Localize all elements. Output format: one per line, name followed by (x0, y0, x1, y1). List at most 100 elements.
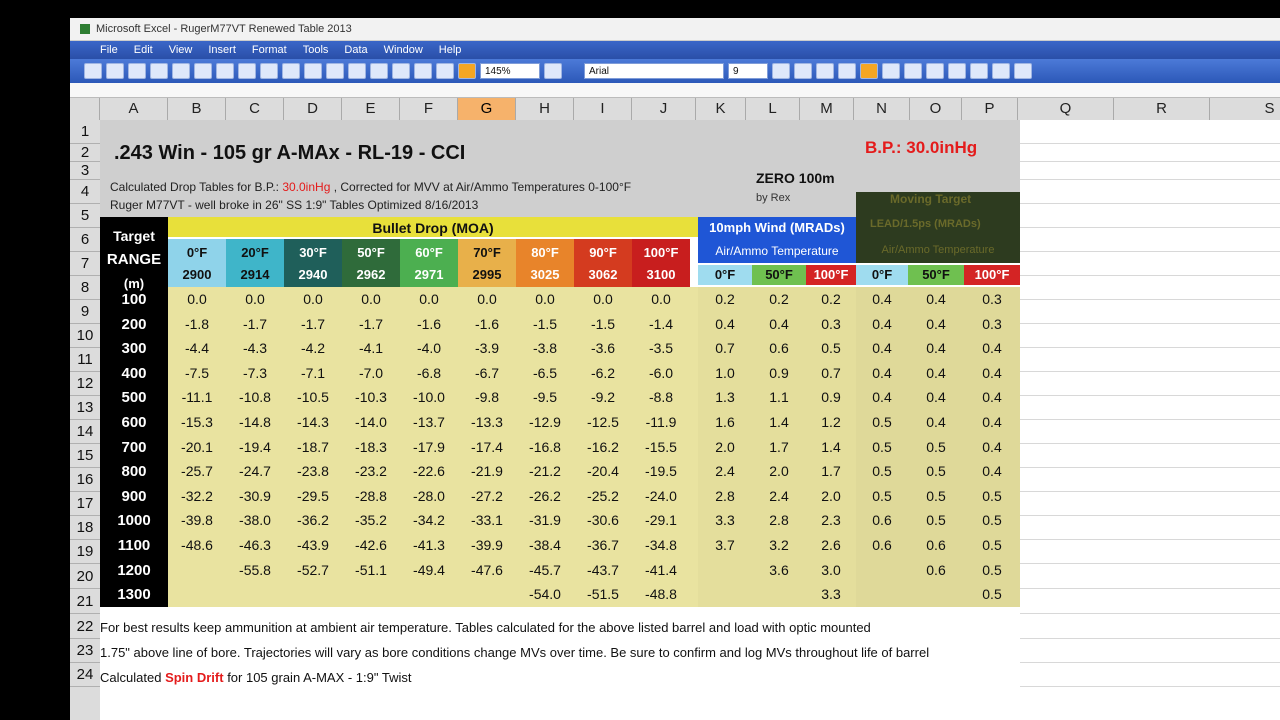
drop-cell[interactable]: -16.8 (516, 439, 574, 455)
lead-cell[interactable]: 0.5 (964, 562, 1020, 578)
drop-cell[interactable]: 0.0 (574, 291, 632, 307)
drop-cell[interactable]: -33.1 (458, 512, 516, 528)
range-cell[interactable]: 700 (100, 439, 168, 456)
row-header-10[interactable]: 10 (70, 324, 100, 348)
sort-desc-icon[interactable] (414, 63, 432, 79)
drop-cell[interactable]: -9.2 (574, 389, 632, 405)
wind-cell[interactable]: 2.0 (806, 488, 856, 504)
lead-cell[interactable]: 0.4 (964, 340, 1020, 356)
comma-icon[interactable] (970, 63, 988, 79)
drop-cell[interactable]: 0.0 (342, 291, 400, 307)
drop-cell[interactable]: -30.9 (226, 488, 284, 504)
row-header-16[interactable]: 16 (70, 468, 100, 492)
wind-cell[interactable]: 2.8 (752, 512, 806, 528)
row-header-13[interactable]: 13 (70, 396, 100, 420)
lead-cell[interactable]: 0.3 (964, 316, 1020, 332)
drop-cell[interactable]: -1.4 (632, 316, 690, 332)
wind-cell[interactable]: 0.3 (806, 316, 856, 332)
wind-cell[interactable]: 0.9 (806, 389, 856, 405)
drop-cell[interactable]: -51.5 (574, 586, 632, 602)
drop-cell[interactable]: -30.6 (574, 512, 632, 528)
drop-cell[interactable]: -3.9 (458, 340, 516, 356)
drop-cell[interactable]: -21.9 (458, 463, 516, 479)
wind-cell[interactable]: 0.9 (752, 365, 806, 381)
wind-cell[interactable]: 0.6 (752, 340, 806, 356)
wind-cell[interactable]: 2.4 (752, 488, 806, 504)
range-cell[interactable]: 600 (100, 414, 168, 431)
row-header-15[interactable]: 15 (70, 444, 100, 468)
menu-item-file[interactable]: File (100, 44, 118, 56)
wind-cell[interactable]: 3.3 (698, 512, 752, 528)
row-header-23[interactable]: 23 (70, 639, 100, 663)
drop-cell[interactable]: -23.2 (342, 463, 400, 479)
drop-cell[interactable]: 0.0 (458, 291, 516, 307)
drop-cell[interactable]: -43.7 (574, 562, 632, 578)
menu-item-insert[interactable]: Insert (208, 44, 236, 56)
drop-cell[interactable]: -39.8 (168, 512, 226, 528)
lead-cell[interactable]: 0.4 (908, 316, 964, 332)
wind-cell[interactable]: 3.3 (806, 586, 856, 602)
row-header-9[interactable]: 9 (70, 300, 100, 324)
new-icon[interactable] (84, 63, 102, 79)
wind-cell[interactable]: 2.0 (698, 439, 752, 455)
drop-cell[interactable]: -22.6 (400, 463, 458, 479)
drop-cell[interactable]: -35.2 (342, 512, 400, 528)
drop-cell[interactable]: -42.6 (342, 537, 400, 553)
drop-cell[interactable]: -6.5 (516, 365, 574, 381)
drop-cell[interactable]: -4.1 (342, 340, 400, 356)
row-header-7[interactable]: 7 (70, 252, 100, 276)
drop-cell[interactable]: -49.4 (400, 562, 458, 578)
wind-cell[interactable]: 2.6 (806, 537, 856, 553)
italic-icon[interactable] (794, 63, 812, 79)
drop-cell[interactable]: -19.4 (226, 439, 284, 455)
lead-cell[interactable]: 0.5 (908, 488, 964, 504)
wind-cell[interactable]: 1.4 (806, 439, 856, 455)
lead-cell[interactable]: 0.4 (908, 291, 964, 307)
drop-cell[interactable]: -48.6 (168, 537, 226, 553)
range-cell[interactable]: 1300 (100, 586, 168, 603)
lead-cell[interactable]: 0.4 (908, 365, 964, 381)
column-header-q[interactable]: Q (1018, 98, 1114, 120)
drop-cell[interactable]: -1.7 (342, 316, 400, 332)
drop-cell[interactable]: -10.0 (400, 389, 458, 405)
lead-cell[interactable]: 0.4 (856, 389, 908, 405)
range-cell[interactable]: 100 (100, 291, 168, 308)
drop-cell[interactable]: -48.8 (632, 586, 690, 602)
wind-cell[interactable]: 2.3 (806, 512, 856, 528)
copy-icon[interactable] (238, 63, 256, 79)
drop-cell[interactable]: -4.2 (284, 340, 342, 356)
row-header-14[interactable]: 14 (70, 420, 100, 444)
wind-cell[interactable]: 0.7 (806, 365, 856, 381)
range-cell[interactable]: 1200 (100, 562, 168, 579)
drop-cell[interactable]: -1.5 (574, 316, 632, 332)
sort-asc-icon[interactable] (392, 63, 410, 79)
underline-icon[interactable] (816, 63, 834, 79)
range-cell[interactable]: 900 (100, 488, 168, 505)
drop-cell[interactable]: -14.0 (342, 414, 400, 430)
lead-cell[interactable]: 0.6 (856, 537, 908, 553)
drop-cell[interactable]: -8.8 (632, 389, 690, 405)
drop-cell[interactable]: -45.7 (516, 562, 574, 578)
column-header-n[interactable]: N (854, 98, 910, 120)
column-header-l[interactable]: L (746, 98, 800, 120)
drop-cell[interactable]: -39.9 (458, 537, 516, 553)
drop-cell[interactable]: -3.8 (516, 340, 574, 356)
drop-cell[interactable]: -54.0 (516, 586, 574, 602)
row-header-5[interactable]: 5 (70, 204, 100, 228)
column-header-r[interactable]: R (1114, 98, 1210, 120)
wind-cell[interactable]: 0.7 (698, 340, 752, 356)
row-header-20[interactable]: 20 (70, 564, 100, 589)
lead-cell[interactable]: 0.4 (964, 389, 1020, 405)
lead-cell[interactable]: 0.4 (856, 291, 908, 307)
chart-wizard-icon[interactable] (436, 63, 454, 79)
drop-cell[interactable]: -41.4 (632, 562, 690, 578)
menu-item-view[interactable]: View (169, 44, 193, 56)
drop-cell[interactable]: -7.1 (284, 365, 342, 381)
row-header-12[interactable]: 12 (70, 372, 100, 396)
lead-cell[interactable]: 0.4 (908, 340, 964, 356)
drop-cell[interactable]: -11.9 (632, 414, 690, 430)
drop-cell[interactable]: -51.1 (342, 562, 400, 578)
column-header-a[interactable]: A (100, 98, 168, 120)
percent-icon[interactable] (948, 63, 966, 79)
drop-cell[interactable]: -28.8 (342, 488, 400, 504)
